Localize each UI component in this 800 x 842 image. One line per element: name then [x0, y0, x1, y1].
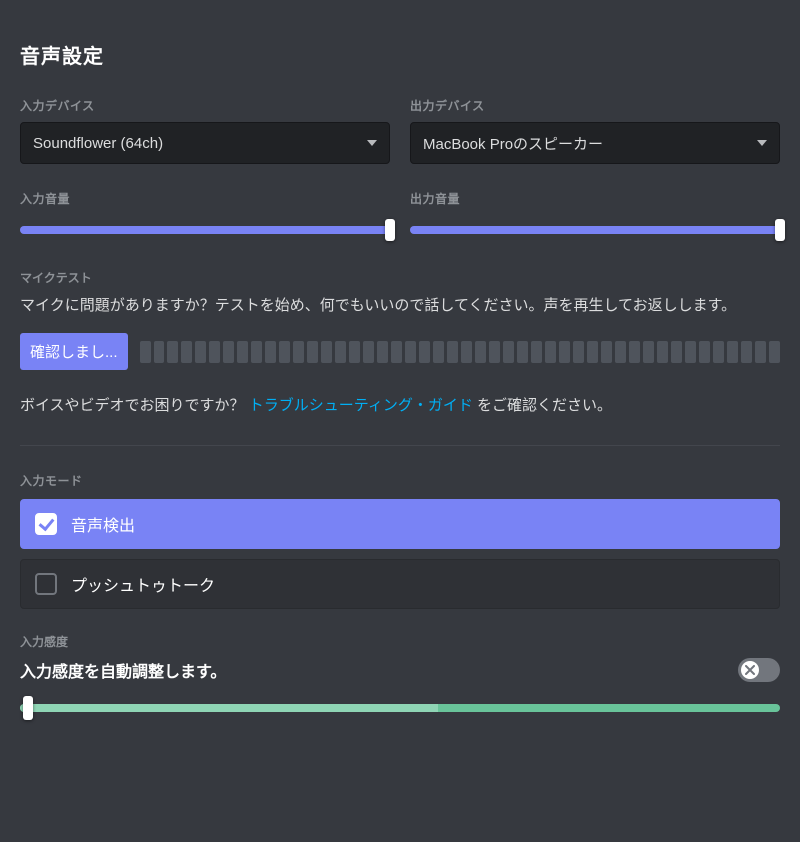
chevron-down-icon: [367, 140, 377, 146]
mic-level-meter: [140, 341, 780, 363]
chevron-down-icon: [757, 140, 767, 146]
sensitivity-slider[interactable]: [20, 698, 780, 718]
auto-sensitivity-toggle[interactable]: [738, 658, 780, 682]
mic-test-button[interactable]: 確認しまし...: [20, 333, 128, 370]
close-icon: [745, 665, 755, 675]
output-volume-label: 出力音量: [410, 190, 780, 207]
mode-voice-activity[interactable]: 音声検出: [20, 499, 780, 549]
toggle-knob: [741, 661, 759, 679]
troubleshoot-link[interactable]: トラブルシューティング・ガイド: [249, 397, 473, 414]
mode-push-to-talk[interactable]: プッシュトゥトーク: [20, 559, 780, 609]
divider: [20, 445, 780, 446]
input-device-select[interactable]: Soundflower (64ch): [20, 122, 390, 164]
mode-option-label: プッシュトゥトーク: [71, 572, 215, 596]
input-device-label: 入力デバイス: [20, 97, 390, 114]
output-device-select[interactable]: MacBook Proのスピーカー: [410, 122, 780, 164]
help-prefix: ボイスやビデオでお困りですか？: [20, 397, 249, 414]
page-title: 音声設定: [20, 40, 780, 69]
mic-test-description: マイクに問題がありますか？テストを始め、何でもいいので話してください。声を再生し…: [20, 294, 780, 317]
help-text: ボイスやビデオでお困りですか？ トラブルシューティング・ガイド をご確認ください…: [20, 394, 780, 415]
output-device-label: 出力デバイス: [410, 97, 780, 114]
input-volume-slider[interactable]: [20, 221, 390, 239]
checkbox-unchecked-icon: [35, 573, 57, 595]
output-device-value: MacBook Proのスピーカー: [423, 133, 603, 154]
input-volume-label: 入力音量: [20, 190, 390, 207]
mic-test-label: マイクテスト: [20, 269, 780, 286]
auto-sensitivity-text: 入力感度を自動調整します。: [20, 658, 226, 682]
input-device-value: Soundflower (64ch): [33, 135, 163, 152]
checkbox-checked-icon: [35, 513, 57, 535]
output-volume-slider[interactable]: [410, 221, 780, 239]
input-mode-label: 入力モード: [20, 472, 780, 489]
help-suffix: をご確認ください。: [473, 397, 612, 414]
mode-option-label: 音声検出: [71, 512, 135, 536]
sensitivity-label: 入力感度: [20, 633, 780, 650]
